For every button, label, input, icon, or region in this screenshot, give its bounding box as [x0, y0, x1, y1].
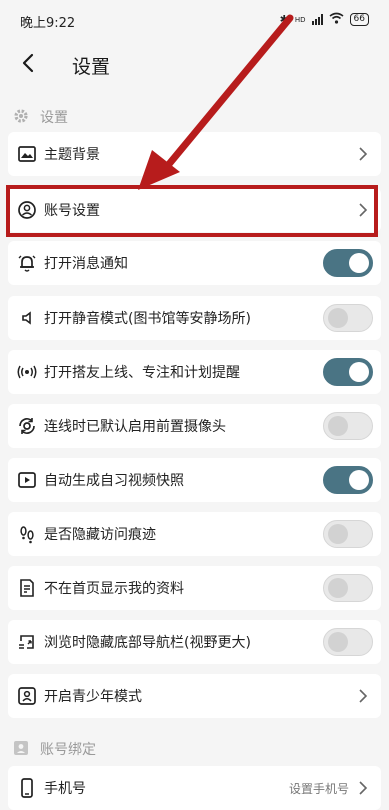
chevron-right-icon [357, 202, 369, 218]
row-label: 不在首页显示我的资料 [44, 581, 184, 597]
account-binding-icon [12, 739, 30, 757]
signal-icon [311, 14, 323, 25]
bell-icon [16, 252, 38, 274]
hide-bottom-nav-toggle[interactable] [323, 628, 373, 656]
toggle-knob [328, 632, 348, 652]
row-label: 打开静音模式(图书馆等安静场所) [44, 311, 251, 327]
nav-bar: 设置 [0, 44, 389, 82]
notifications-toggle[interactable] [323, 249, 373, 277]
section-label-settings: 设置 [40, 110, 68, 126]
image-icon [16, 143, 38, 165]
account-icon [16, 199, 38, 221]
camera-switch-icon [16, 415, 38, 437]
phone-icon [16, 777, 38, 799]
toggle-knob [328, 578, 348, 598]
row-account-settings[interactable]: 账号设置 [8, 188, 381, 232]
row-label: 打开消息通知 [44, 256, 128, 272]
row-video-snapshot: 自动生成自习视频快照 [8, 458, 381, 502]
row-label: 开启青少年模式 [44, 689, 142, 705]
row-label: 账号设置 [44, 203, 100, 219]
page-title: 设置 [72, 56, 111, 78]
status-icons: ✱ HD 66 [280, 12, 369, 27]
status-time: 晚上9:22 [20, 16, 76, 31]
footprints-icon [16, 523, 38, 545]
section-header-settings: 设置 [0, 104, 389, 128]
phone-value: 设置手机号 [288, 782, 349, 796]
row-silent-mode: 打开静音模式(图书馆等安静场所) [8, 296, 381, 340]
silent-mode-toggle[interactable] [323, 304, 373, 332]
row-hide-visit-traces: 是否隐藏访问痕迹 [8, 512, 381, 556]
wifi-icon [329, 12, 344, 27]
row-label: 是否隐藏访问痕迹 [44, 527, 156, 543]
row-front-camera: 连线时已默认启用前置摄像头 [8, 404, 381, 448]
speaker-icon [16, 307, 38, 329]
hide-profile-toggle[interactable] [323, 574, 373, 602]
video-snapshot-toggle[interactable] [323, 466, 373, 494]
row-phone-number[interactable]: 手机号 设置手机号 [8, 766, 381, 810]
teen-icon [16, 685, 38, 707]
bluetooth-icon: ✱ [279, 13, 289, 26]
row-label: 浏览时隐藏底部导航栏(视野更大) [44, 635, 251, 651]
battery-indicator: 66 [349, 13, 369, 26]
section-label-account-binding: 账号绑定 [40, 742, 96, 758]
front-camera-toggle[interactable] [323, 412, 373, 440]
navbar-icon [16, 631, 38, 653]
toggle-knob [328, 308, 348, 328]
row-label: 连线时已默认启用前置摄像头 [44, 419, 226, 435]
toggle-knob [328, 524, 348, 544]
row-online-reminders: 打开搭友上线、专注和计划提醒 [8, 350, 381, 394]
section-header-account-binding: 账号绑定 [0, 736, 389, 760]
row-label: 手机号 [44, 781, 86, 797]
gear-icon [12, 107, 30, 125]
video-icon [16, 469, 38, 491]
document-icon [16, 577, 38, 599]
toggle-knob [328, 416, 348, 436]
back-button[interactable] [14, 48, 44, 78]
row-label: 自动生成自习视频快照 [44, 473, 184, 489]
chevron-right-icon [357, 780, 369, 796]
online-reminders-toggle[interactable] [323, 358, 373, 386]
row-label: 打开搭友上线、专注和计划提醒 [44, 365, 240, 381]
broadcast-icon [16, 361, 38, 383]
row-message-notifications: 打开消息通知 [8, 241, 381, 285]
hide-visit-traces-toggle[interactable] [323, 520, 373, 548]
row-theme-background[interactable]: 主题背景 [8, 132, 381, 176]
row-teen-mode[interactable]: 开启青少年模式 [8, 674, 381, 718]
status-bar: 晚上9:22 ✱ HD 66 [0, 0, 389, 44]
row-hide-bottom-nav: 浏览时隐藏底部导航栏(视野更大) [8, 620, 381, 664]
back-arrow-icon [22, 53, 34, 73]
chevron-right-icon [357, 146, 369, 162]
chevron-right-icon [357, 688, 369, 704]
toggle-knob [349, 470, 369, 490]
toggle-knob [349, 253, 369, 273]
row-label: 主题背景 [44, 147, 100, 163]
toggle-knob [349, 362, 369, 382]
row-hide-profile: 不在首页显示我的资料 [8, 566, 381, 610]
network-type-label: HD [294, 15, 306, 24]
